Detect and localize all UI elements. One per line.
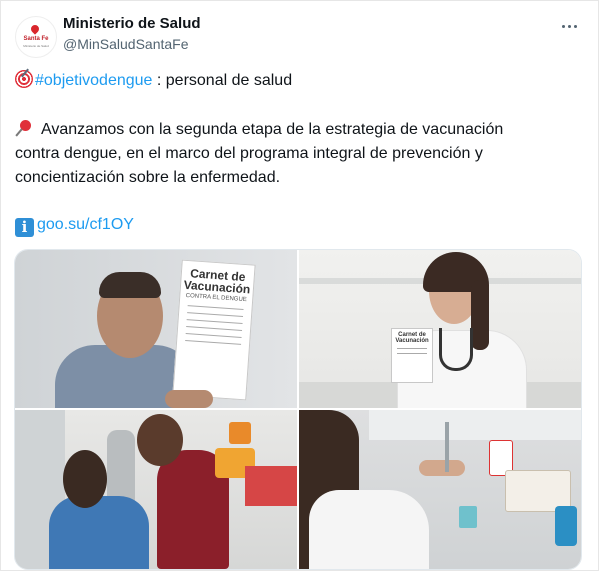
- tweet-link-line: i goo.su/cf1OY: [15, 213, 134, 237]
- more-options-button[interactable]: [560, 18, 582, 32]
- tweet-body-line-3: concientización sobre la enfermedad.: [15, 169, 281, 186]
- vial-tray-shape: [459, 506, 477, 528]
- user-handle[interactable]: @MinSaludSantaFe: [63, 36, 189, 52]
- tweet-text-line-1: #objetivodengue : personal de salud: [15, 69, 292, 93]
- hair-shape: [99, 272, 161, 298]
- sanitizer-bottle-shape: [555, 506, 577, 546]
- tweet-text-rest: : personal de salud: [152, 72, 293, 89]
- card-line: [187, 305, 244, 311]
- avatar-logo-text: Santa Fe: [23, 36, 49, 42]
- tweet-body-line-1: Avanzamos con la segunda etapa de la est…: [41, 121, 504, 138]
- white-coat-shape: [309, 490, 429, 569]
- information-icon: i: [15, 218, 34, 237]
- hashtag-link[interactable]: #objetivodengue: [35, 72, 152, 89]
- santa-fe-logo-icon: [29, 23, 41, 35]
- display-name[interactable]: Ministerio de Salud: [63, 15, 201, 32]
- hand-shape: [419, 460, 465, 476]
- tweet-text-line-2: Avanzamos con la segunda etapa de la est…: [15, 118, 503, 142]
- card-line: [185, 333, 242, 338]
- card-line: [187, 312, 244, 317]
- card-line: [397, 353, 427, 354]
- short-link[interactable]: goo.su/cf1OY: [37, 216, 134, 233]
- sign-shape: [229, 422, 251, 444]
- syringe-icon: [445, 422, 449, 472]
- photo-nurse-with-card[interactable]: Carnet de Vacunación: [299, 250, 581, 408]
- patient-scrubs-shape: [49, 496, 149, 569]
- avatar[interactable]: Santa Fe Ministerio de Salud: [15, 16, 57, 58]
- photo-syringe-preparation[interactable]: [299, 410, 581, 569]
- shelf-shape: [369, 410, 581, 440]
- media-grid: Carnet de Vacunación CONTRA EL DENGUE Ca…: [14, 249, 582, 570]
- direct-hit-icon: [15, 70, 33, 88]
- vaccination-card-large: Carnet de Vacunación CONTRA EL DENGUE: [172, 259, 256, 401]
- vaccination-card-small: Carnet de Vacunación: [391, 328, 433, 383]
- avatar-logo-subtext: Ministerio de Salud: [23, 44, 49, 48]
- hand-shape: [165, 390, 213, 408]
- card-line: [186, 326, 243, 331]
- pushpin-icon: [15, 118, 35, 138]
- photo-vaccination[interactable]: [15, 410, 297, 569]
- ponytail-shape: [471, 280, 489, 350]
- supplies-shape: [245, 466, 297, 506]
- patient-hair-shape: [63, 450, 107, 508]
- card-line: [185, 340, 242, 345]
- small-card-title-2: Vacunación: [395, 338, 429, 344]
- card-line: [186, 319, 243, 324]
- more-dot: [567, 25, 571, 29]
- more-dot: [573, 25, 577, 29]
- tweet-body-line-2: contra dengue, en el marco del programa …: [15, 145, 483, 162]
- more-horizontal-icon: [561, 25, 565, 29]
- photo-man-with-card[interactable]: Carnet de Vacunación CONTRA EL DENGUE: [15, 250, 297, 408]
- nurse-hair-shape: [137, 414, 183, 466]
- stethoscope-icon: [439, 328, 473, 371]
- card-line: [397, 348, 427, 349]
